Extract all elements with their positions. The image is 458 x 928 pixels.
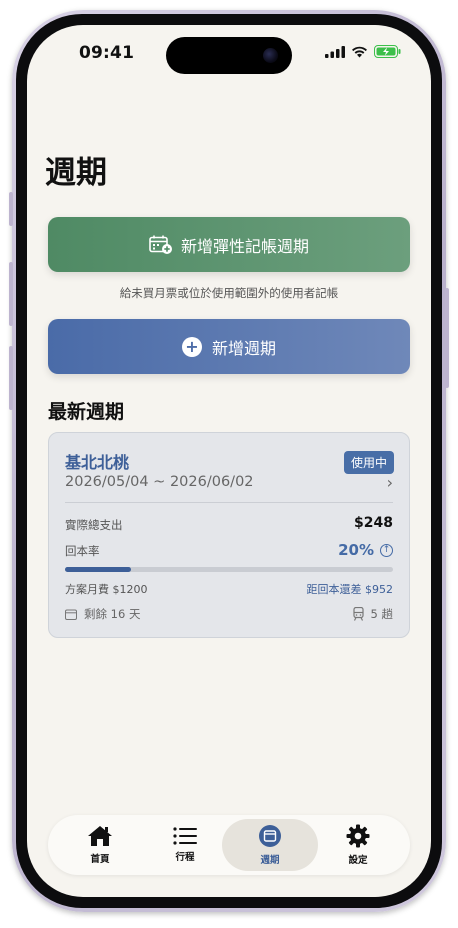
- payback-rate-group: 20% ↑: [338, 541, 393, 559]
- card-divider: [65, 502, 393, 503]
- tab-cycles[interactable]: 週期: [222, 819, 318, 871]
- volume-up-button: [9, 262, 13, 326]
- plan-monthly-fee: 方案月費 $1200: [65, 583, 148, 596]
- status-time: 09:41: [79, 43, 135, 63]
- days-remaining-text: 剩餘 16 天: [84, 607, 141, 621]
- cycle-route-name: 基北北桃: [65, 453, 130, 472]
- cycle-icon: [259, 825, 281, 847]
- add-flexible-cycle-label: 新增彈性記帳週期: [180, 236, 309, 256]
- home-icon: [88, 826, 112, 846]
- latest-cycle-heading: 最新週期: [48, 401, 125, 423]
- battery-charging-icon: [374, 45, 401, 58]
- cycle-date-range: 2026/05/04 ~ 2026/06/02: [65, 474, 254, 490]
- add-flexible-cycle-button[interactable]: 新增彈性記帳週期: [48, 217, 410, 272]
- add-cycle-label: 新增週期: [211, 338, 276, 358]
- wifi-icon: [352, 46, 367, 57]
- tab-home[interactable]: 首頁: [52, 819, 148, 871]
- break-even-remaining: 距回本還差 $952: [306, 583, 394, 596]
- status-icons: [325, 45, 401, 58]
- arrow-up-circle-icon: ↑: [380, 543, 393, 557]
- tab-settings-label: 設定: [348, 855, 368, 866]
- calendar-icon: [65, 609, 77, 620]
- tab-settings[interactable]: 設定: [310, 819, 406, 871]
- total-spend-value: $248: [354, 515, 393, 531]
- trip-count: 5 趟: [352, 606, 393, 622]
- latest-cycle-card[interactable]: 基北北桃 使用中 2026/05/04 ~ 2026/06/02 › 實際總支出…: [48, 432, 410, 638]
- total-spend-label: 實際總支出: [65, 518, 123, 532]
- flexible-cycle-hint: 給未買月票或位於使用範圍外的使用者記帳: [119, 286, 339, 300]
- tab-cycles-label: 週期: [260, 855, 280, 866]
- plus-circle-icon: +: [181, 336, 202, 357]
- days-remaining: 剩餘 16 天: [65, 606, 140, 622]
- payback-progress-bar: [65, 567, 393, 572]
- train-icon: [352, 607, 364, 621]
- payback-progress-fill: [65, 567, 131, 572]
- power-button: [445, 288, 449, 388]
- page-title: 週期: [45, 155, 107, 191]
- screen: 09:41 週期 新增彈性記帳週期 給未買月票或位於使用範圍外的使用者記帳 + …: [27, 25, 431, 897]
- payback-rate-value: 20%: [338, 541, 374, 559]
- dynamic-island: [166, 37, 292, 74]
- calendar-add-icon: [149, 235, 172, 254]
- add-cycle-button[interactable]: + 新增週期: [48, 319, 410, 374]
- volume-down-button: [9, 346, 13, 410]
- camera-icon: [263, 48, 278, 63]
- cellular-signal-icon: [325, 45, 345, 58]
- list-icon: [173, 827, 197, 845]
- tab-trips-label: 行程: [175, 852, 195, 863]
- gear-icon: [346, 824, 370, 848]
- tab-bar: 首頁 行程 週期 設定: [48, 815, 410, 875]
- tab-trips[interactable]: 行程: [137, 819, 233, 871]
- status-badge: 使用中: [343, 451, 394, 474]
- trip-count-text: 5 趟: [370, 607, 393, 621]
- payback-rate-label: 回本率: [65, 544, 100, 558]
- chevron-right-icon: ›: [386, 473, 393, 492]
- tab-home-label: 首頁: [90, 854, 110, 865]
- action-button: [9, 192, 13, 226]
